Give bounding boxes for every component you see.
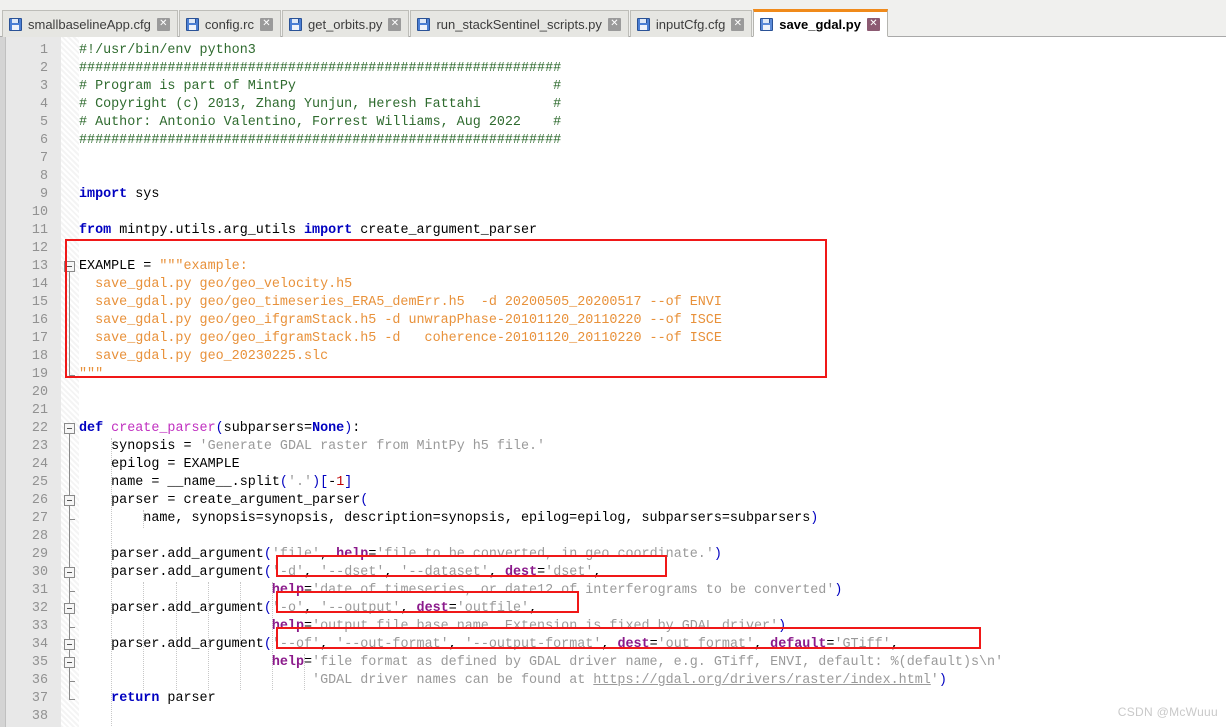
source-code-text[interactable]: #!/usr/bin/env python3 ##################… <box>0 37 1226 727</box>
tab-label: run_stackSentinel_scripts.py <box>436 16 602 32</box>
code-line[interactable]: help='output file base name. Extension i… <box>0 618 1226 636</box>
code-line[interactable]: save_gdal.py geo/geo_timeseries_ERA5_dem… <box>0 294 1226 312</box>
watermark: CSDN @McWuuu <box>1117 705 1218 719</box>
code-line[interactable]: save_gdal.py geo/geo_velocity.h5 <box>0 276 1226 294</box>
save-file-icon <box>417 17 431 31</box>
close-icon[interactable]: ✕ <box>388 17 402 31</box>
code-line[interactable]: ########################################… <box>0 60 1226 78</box>
code-line[interactable]: help='file format as defined by GDAL dri… <box>0 654 1226 672</box>
code-line[interactable]: save_gdal.py geo/geo_ifgramStack.h5 -d u… <box>0 312 1226 330</box>
tab-label: save_gdal.py <box>779 16 861 32</box>
code-line[interactable]: def create_parser(subparsers=None): <box>0 420 1226 438</box>
code-line[interactable]: 'GDAL driver names can be found at https… <box>0 672 1226 690</box>
code-line[interactable]: parser.add_argument('-o', '--output', de… <box>0 600 1226 618</box>
code-line[interactable]: parser.add_argument('--of', '--out-forma… <box>0 636 1226 654</box>
code-line[interactable] <box>0 168 1226 186</box>
tab-run-stacksentinel-scripts-py[interactable]: run_stackSentinel_scripts.py ✕ <box>410 10 629 37</box>
code-line[interactable]: epilog = EXAMPLE <box>0 456 1226 474</box>
code-line[interactable]: save_gdal.py geo_20230225.slc <box>0 348 1226 366</box>
tab-label: inputCfg.cfg <box>655 16 726 32</box>
code-line[interactable]: name, synopsis=synopsis, description=syn… <box>0 510 1226 528</box>
code-line[interactable]: parser.add_argument('-d', '--dset', '--d… <box>0 564 1226 582</box>
tab-label: get_orbits.py <box>308 16 383 32</box>
code-line[interactable] <box>0 150 1226 168</box>
close-icon[interactable]: ✕ <box>607 17 621 31</box>
tab-config-rc[interactable]: config.rc ✕ <box>178 10 281 37</box>
code-line[interactable]: return parser <box>0 690 1226 708</box>
code-line[interactable] <box>0 528 1226 546</box>
code-line[interactable]: ########################################… <box>0 132 1226 150</box>
save-file-icon <box>760 17 774 31</box>
code-line[interactable]: # Author: Antonio Valentino, Forrest Wil… <box>0 114 1226 132</box>
code-line[interactable] <box>0 384 1226 402</box>
close-icon[interactable]: ✕ <box>260 17 273 31</box>
code-line[interactable]: EXAMPLE = """example: <box>0 258 1226 276</box>
code-line[interactable] <box>0 240 1226 258</box>
code-line[interactable] <box>0 402 1226 420</box>
code-line[interactable]: parser = create_argument_parser( <box>0 492 1226 510</box>
tab-inputcfg-cfg[interactable]: inputCfg.cfg ✕ <box>629 10 753 37</box>
code-line[interactable]: from mintpy.utils.arg_utils import creat… <box>0 222 1226 240</box>
code-line[interactable]: """ <box>0 366 1226 384</box>
code-line[interactable]: # Copyright (c) 2013, Zhang Yunjun, Here… <box>0 96 1226 114</box>
tab-label: smallbaselineApp.cfg <box>28 16 151 32</box>
save-file-icon <box>9 17 22 31</box>
code-line[interactable]: # Program is part of MintPy # <box>0 78 1226 96</box>
close-icon[interactable]: ✕ <box>866 17 880 31</box>
code-line[interactable]: synopsis = 'Generate GDAL raster from Mi… <box>0 438 1226 456</box>
save-file-icon <box>636 17 650 31</box>
code-line[interactable]: import sys <box>0 186 1226 204</box>
code-line[interactable]: save_gdal.py geo/geo_ifgramStack.h5 -d c… <box>0 330 1226 348</box>
close-icon[interactable]: ✕ <box>156 17 170 31</box>
save-file-icon <box>185 17 199 31</box>
code-line[interactable] <box>0 708 1226 726</box>
save-file-icon <box>289 17 302 31</box>
code-line[interactable] <box>0 204 1226 222</box>
tab-save-gdal-py[interactable]: save_gdal.py ✕ <box>753 9 888 37</box>
code-line[interactable]: name = __name__.split('.')[-1] <box>0 474 1226 492</box>
tab-label: config.rc <box>204 16 254 32</box>
code-line[interactable]: #!/usr/bin/env python3 <box>0 42 1226 60</box>
editor-tab-bar: smallbaselineApp.cfg ✕ config.rc ✕ get_o… <box>0 0 1226 37</box>
code-editor[interactable]: 1 2 3 4 5 6 7 8 9 10 11 12 13 14 15 16 17 18 19 20 21 22 23 24 2… <box>0 37 1226 727</box>
tab-smallbaselineapp-cfg[interactable]: smallbaselineApp.cfg ✕ <box>2 10 178 37</box>
tab-get-orbits-py[interactable]: get_orbits.py ✕ <box>282 10 410 37</box>
close-icon[interactable]: ✕ <box>731 17 745 31</box>
code-line[interactable]: help='date of timeseries, or date12 of i… <box>0 582 1226 600</box>
code-line[interactable]: parser.add_argument('file', help='file t… <box>0 546 1226 564</box>
